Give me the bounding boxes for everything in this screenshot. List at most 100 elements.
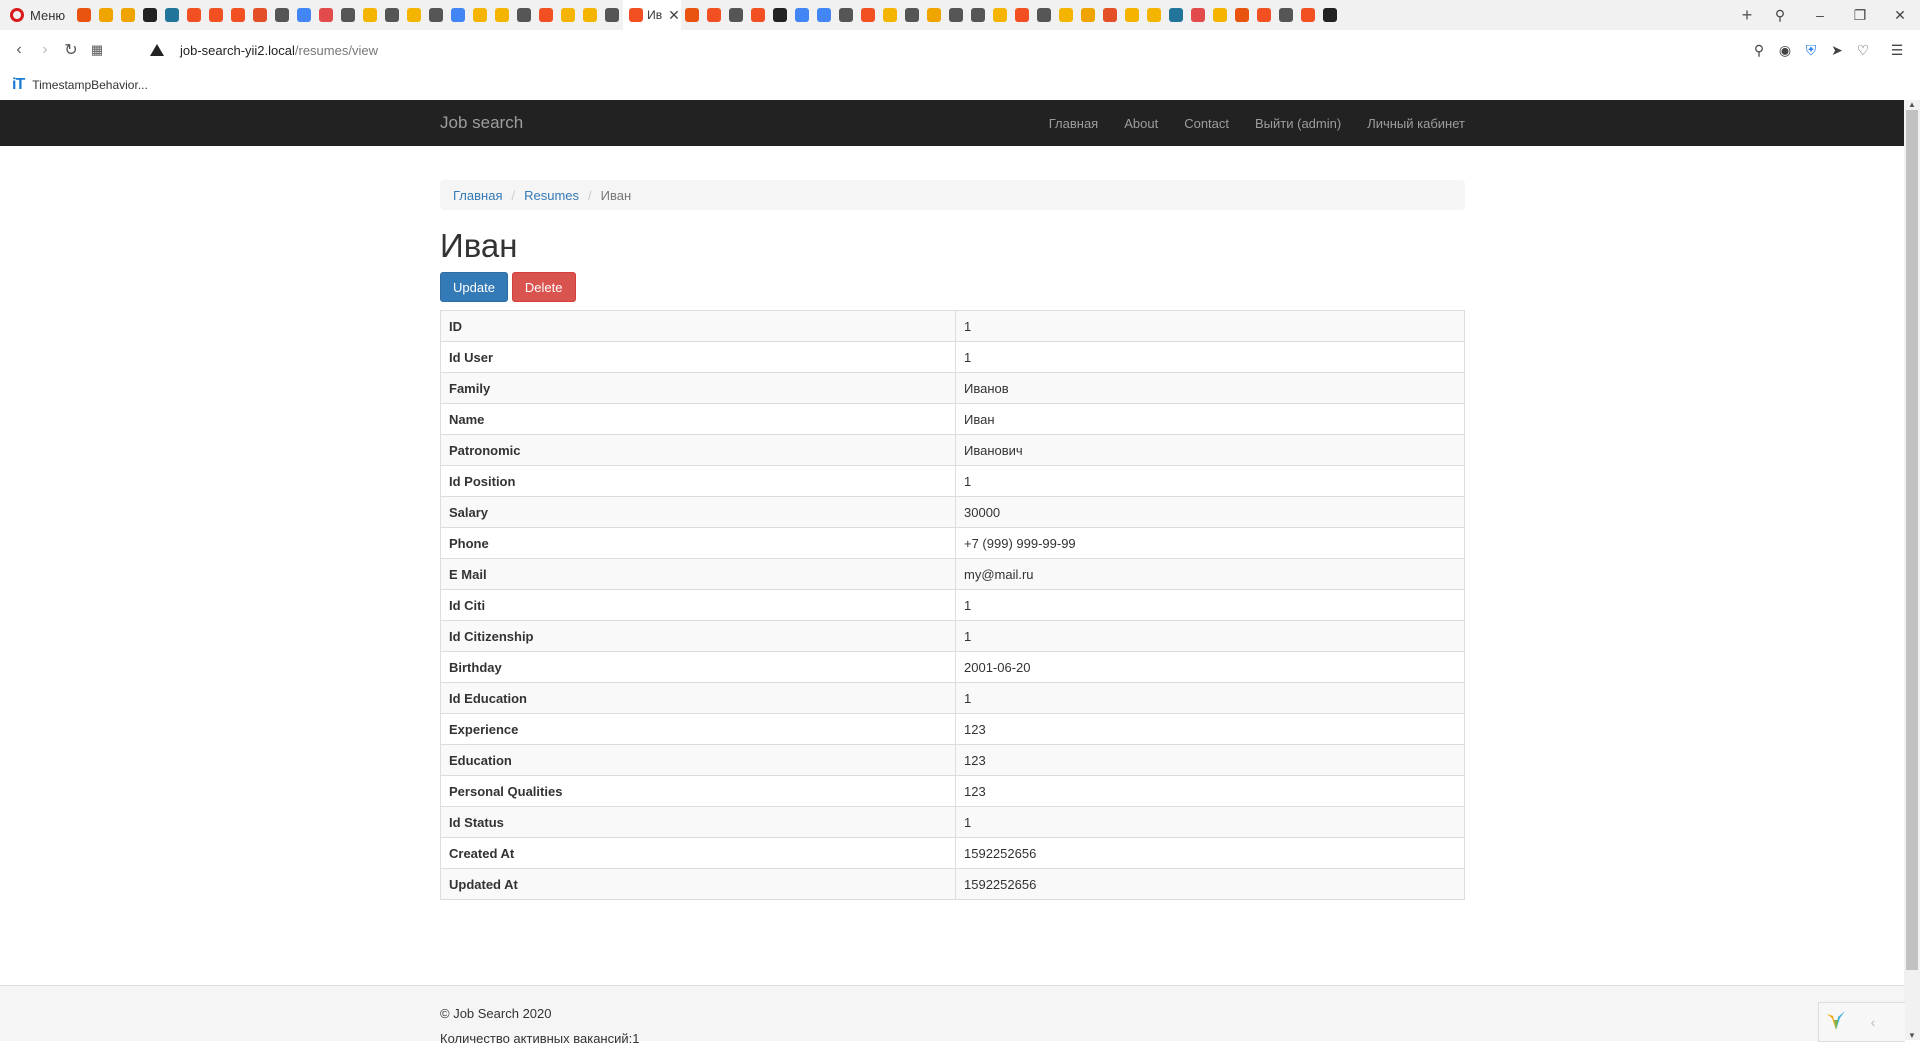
toolbar-expand-icon[interactable]: ‹ [1853,1014,1893,1030]
breadcrumb-resumes[interactable]: Resumes [524,188,579,203]
nav-link-contact[interactable]: Contact [1184,116,1229,131]
browser-tab[interactable] [1187,0,1209,30]
browser-tab[interactable] [1143,0,1165,30]
browser-tab[interactable] [769,0,791,30]
browser-tab[interactable] [271,0,293,30]
browser-tab[interactable] [205,0,227,30]
browser-tab[interactable] [923,0,945,30]
browser-tab[interactable] [1275,0,1297,30]
easy-setup-icon[interactable]: ☰ [1884,42,1910,59]
adblock-shield-icon[interactable]: ⛨ [1798,42,1824,59]
yii-debug-toolbar[interactable]: ‹ [1818,1002,1905,1042]
browser-tab[interactable] [359,0,381,30]
browser-tab[interactable] [1209,0,1231,30]
browser-tab[interactable] [249,0,271,30]
scroll-up-icon[interactable]: ▲ [1904,100,1920,109]
browser-tab[interactable] [1033,0,1055,30]
browser-tab[interactable] [989,0,1011,30]
browser-tab[interactable] [139,0,161,30]
nav-link-home[interactable]: Главная [1049,116,1098,131]
scrollbar-thumb[interactable] [1906,110,1918,970]
browser-tab[interactable] [183,0,205,30]
back-icon[interactable]: ‹ [6,41,32,59]
browser-tab[interactable] [1231,0,1253,30]
browser-tab[interactable] [579,0,601,30]
row-label: Birthday [440,651,956,684]
browser-tab[interactable] [967,0,989,30]
browser-tab[interactable] [337,0,359,30]
browser-tab[interactable] [945,0,967,30]
browser-tab[interactable] [901,0,923,30]
browser-tab[interactable] [491,0,513,30]
browser-tab[interactable] [403,0,425,30]
browser-tab[interactable] [725,0,747,30]
browser-tab[interactable] [95,0,117,30]
browser-tab[interactable] [747,0,769,30]
close-window-icon[interactable]: ✕ [1880,7,1920,24]
yii-logo-icon[interactable] [1819,1008,1853,1037]
navbar-brand[interactable]: Job search [440,100,523,146]
browser-tab[interactable] [513,0,535,30]
minimize-icon[interactable]: – [1800,7,1840,23]
restore-icon[interactable]: ❐ [1840,7,1880,24]
url-field[interactable]: job-search-yii2.local/resumes/view [150,43,378,58]
browser-tab[interactable] [1099,0,1121,30]
browser-tab[interactable] [1055,0,1077,30]
forward-icon[interactable]: › [32,41,58,59]
new-tab-icon[interactable]: + [1734,5,1760,26]
browser-tab[interactable] [601,0,623,30]
browser-tab[interactable] [1319,0,1341,30]
browser-tab-active[interactable]: Ив ✕ [623,0,682,30]
browser-tab[interactable] [1121,0,1143,30]
tab-favicon-icon [751,8,766,22]
browser-tab[interactable] [879,0,901,30]
browser-tab[interactable] [381,0,403,30]
page-scrollbar[interactable]: ▲ ▼ [1904,100,1920,1040]
browser-tab[interactable] [535,0,557,30]
tab-favicon-icon [143,8,158,22]
heart-icon[interactable]: ♡ [1850,42,1876,59]
tab-favicon-icon [275,8,290,22]
browser-tab[interactable] [447,0,469,30]
browser-tab[interactable] [791,0,813,30]
tab-list: Ив ✕ [73,0,1734,30]
browser-tab[interactable] [1011,0,1033,30]
browser-tab[interactable] [1165,0,1187,30]
close-tab-icon[interactable]: ✕ [668,7,680,24]
row-value: 123 [955,744,1465,777]
not-secure-warning-icon[interactable] [150,44,164,56]
nav-link-about[interactable]: About [1124,116,1158,131]
browser-tab[interactable] [293,0,315,30]
nav-link-logout[interactable]: Выйти (admin) [1255,116,1341,131]
browser-tab[interactable] [557,0,579,30]
snapshot-icon[interactable]: ◉ [1772,42,1798,59]
reload-icon[interactable]: ↻ [58,40,84,60]
browser-tab[interactable] [161,0,183,30]
browser-tab[interactable] [857,0,879,30]
send-icon[interactable]: ➤ [1824,42,1850,59]
browser-tab[interactable] [117,0,139,30]
browser-tab[interactable] [227,0,249,30]
opera-menu-button[interactable]: Меню [0,0,73,30]
browser-tab[interactable] [73,0,95,30]
search-icon[interactable]: ⚲ [1746,42,1772,59]
browser-tab[interactable] [1077,0,1099,30]
bookmark-item[interactable]: iT TimestampBehavior... [12,76,148,94]
browser-tab[interactable] [835,0,857,30]
browser-tab[interactable] [425,0,447,30]
browser-tab[interactable] [1297,0,1319,30]
browser-tab[interactable] [681,0,703,30]
delete-button[interactable]: Delete [511,272,576,303]
update-button[interactable]: Update [440,272,508,303]
browser-tab[interactable] [469,0,491,30]
browser-tab[interactable] [813,0,835,30]
scroll-down-icon[interactable]: ▼ [1904,1031,1920,1040]
search-tabs-icon[interactable]: ⚲ [1760,7,1800,24]
browser-tab[interactable] [315,0,337,30]
browser-tab[interactable] [1253,0,1275,30]
table-row: ID 1 [440,310,1465,343]
speed-dial-icon[interactable]: ▦ [84,42,110,58]
browser-tab[interactable] [703,0,725,30]
breadcrumb-home[interactable]: Главная [453,188,502,203]
nav-link-cabinet[interactable]: Личный кабинет [1367,116,1465,131]
